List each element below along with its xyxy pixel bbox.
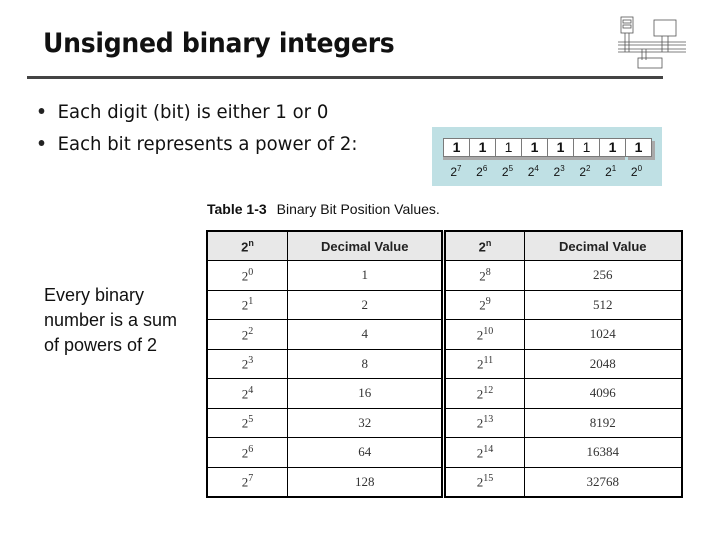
power-label: 25 [501,164,514,179]
power-cell-right: 212 [441,378,525,409]
table-row: 27 128 215 32768 [206,466,683,498]
power-label: 27 [450,164,462,179]
decimal-cell-left: 64 [287,437,445,468]
bit-cell: 1 [573,138,599,157]
bit-cell: 1 [547,138,573,157]
decimal-cell-left: 8 [287,348,445,379]
power-cell-right: 215 [441,466,525,498]
table-row: 25 32 213 8192 [206,407,683,438]
bullet-dot-icon [38,140,45,146]
bit-cell: 1 [443,138,469,157]
table-row: 23 8 211 2048 [206,348,683,379]
power-cell-right: 28 [441,260,525,291]
computer-architecture-diagram-icon [618,16,686,69]
bullet-list: Each digit (bit) is either 1 or 0 Each b… [32,96,375,160]
decimal-cell-right: 32768 [523,466,683,498]
bit-diagram: 1 1 1 1 1 1 1 1 27 26 25 24 23 22 21 20 [432,127,662,186]
power-cell-right: 213 [441,407,525,438]
table-header-row: 2n Decimal Value 2n Decimal Value [206,230,683,261]
power-cell-left: 25 [206,407,289,438]
decimal-cell-right: 4096 [523,378,683,409]
decimal-cell-right: 8192 [523,407,683,438]
bit-cell: 1 [521,138,547,157]
power-label: 22 [579,164,591,179]
bit-cell: 1 [625,138,652,157]
title-divider [27,76,663,79]
decimal-cell-left: 4 [287,319,445,350]
power-cell-left: 23 [206,348,289,379]
decimal-cell-right: 2048 [523,348,683,379]
bit-row: 1 1 1 1 1 1 1 1 [443,138,652,157]
power-cell-left: 26 [206,437,289,468]
power-cell-left: 22 [206,319,289,350]
bullet-text: Each bit represents a power of 2: [57,133,358,155]
decimal-cell-left: 16 [287,378,445,409]
table-row: 24 16 212 4096 [206,378,683,409]
table-caption-number: Table 1-3 [207,201,267,217]
power-cell-left: 20 [206,260,289,291]
power-label: 20 [630,164,643,179]
decimal-cell-left: 128 [287,466,445,498]
bit-cell: 1 [599,138,625,157]
power-cell-left: 24 [206,378,289,409]
power-cell-left: 21 [206,289,289,320]
power-label: 24 [527,164,539,179]
bullet-text: Each digit (bit) is either 1 or 0 [57,101,329,123]
table-body: 20 1 28 256 21 2 29 512 22 4 210 1024 23 8 211 2048 24 16… [206,260,683,498]
table-row: 20 1 28 256 [206,260,683,291]
decimal-cell-right: 512 [523,289,683,320]
decimal-cell-left: 1 [287,260,445,291]
table-row: 26 64 214 16384 [206,437,683,468]
power-label: 26 [476,164,488,179]
decimal-cell-right: 16384 [523,437,683,468]
decimal-cell-right: 256 [523,260,683,291]
table-row: 22 4 210 1024 [206,319,683,350]
header-power-right: 2n [441,230,525,261]
side-note: Every binary number is a sum of powers o… [44,285,178,355]
power-cell-right: 29 [441,289,525,320]
power-cell-right: 214 [441,437,525,468]
header-decimal-right: Decimal Value [523,230,683,261]
slide-title: Unsigned binary integers [43,28,395,59]
decimal-cell-left: 32 [287,407,445,438]
decimal-cell-left: 2 [287,289,445,320]
power-label: 23 [553,164,565,179]
power-cell-right: 210 [441,319,525,350]
decimal-cell-right: 1024 [523,319,683,350]
bullet-item: Each bit represents a power of 2: [32,128,357,160]
table-caption: Table 1-3 Binary Bit Position Values. [207,201,440,217]
power-row: 27 26 25 24 23 22 21 20 [443,164,649,179]
bit-position-table: 2n Decimal Value 2n Decimal Value 20 1 28 2… [206,230,683,498]
bit-cell: 1 [495,138,521,157]
bit-cell: 1 [469,138,495,157]
table-row: 21 2 29 512 [206,289,683,320]
power-cell-right: 211 [441,348,525,379]
bullet-dot-icon [38,108,45,114]
header-decimal-left: Decimal Value [287,230,445,261]
bullet-item: Each digit (bit) is either 1 or 0 [32,96,357,128]
power-label: 21 [605,164,617,179]
power-cell-left: 27 [206,466,289,498]
header-power-left: 2n [206,230,289,261]
table-caption-title: Binary Bit Position Values. [276,201,440,217]
